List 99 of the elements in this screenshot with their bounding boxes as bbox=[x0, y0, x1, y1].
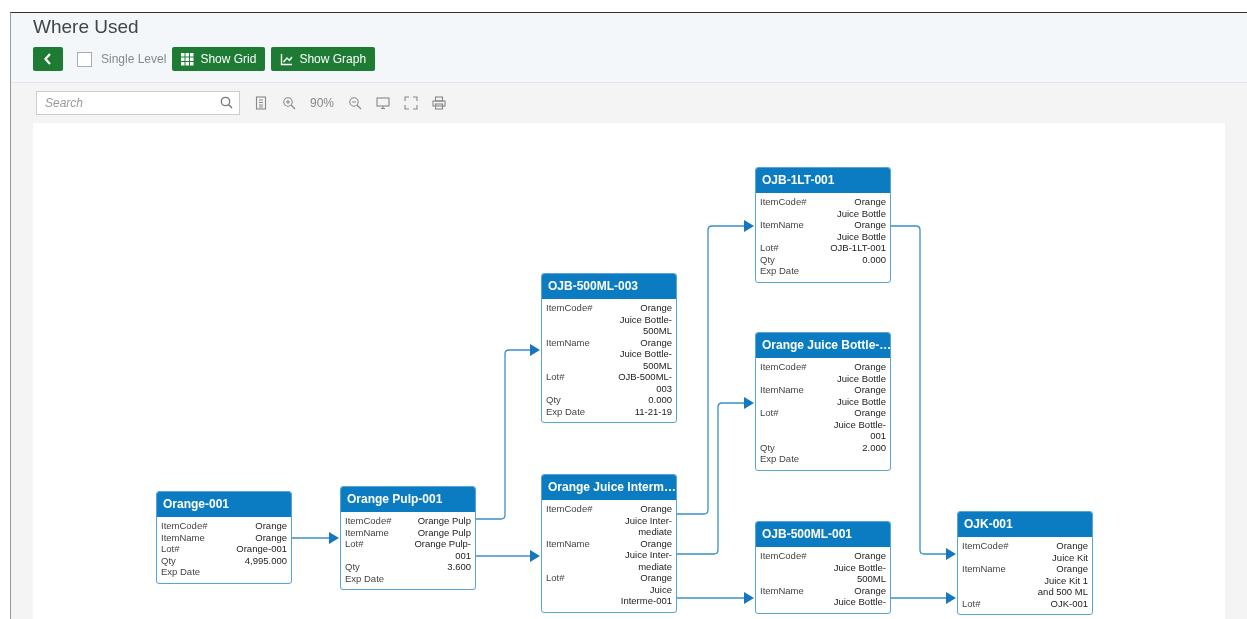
field-value: 4,995.000 bbox=[244, 554, 287, 566]
field-label: Qty bbox=[546, 394, 561, 406]
field-value: Orange-001 bbox=[236, 543, 287, 555]
back-button[interactable] bbox=[33, 47, 63, 71]
zoom-out-icon[interactable] bbox=[348, 96, 363, 110]
connector-arrow bbox=[291, 532, 339, 544]
field-label: Lot# bbox=[546, 371, 565, 384]
field-label: ItemName bbox=[760, 384, 804, 397]
field-value: 3.600 bbox=[447, 561, 471, 573]
field-value: Orange Juice Inter- mediate bbox=[625, 503, 672, 538]
field-value: 0.000 bbox=[862, 253, 886, 265]
field-label: ItemName bbox=[760, 584, 804, 598]
field-label: Exp Date bbox=[760, 453, 800, 465]
field-label: ItemName bbox=[546, 336, 590, 350]
field-value: OJB-500ML- 003 bbox=[618, 371, 672, 394]
node-title: Orange Juice Interm… bbox=[542, 475, 676, 500]
field-value: Orange Juice Bottle- 500ML bbox=[619, 302, 672, 337]
field-label: ItemName bbox=[546, 537, 590, 551]
field-label: Lot# bbox=[760, 407, 779, 420]
chevron-left-icon bbox=[44, 53, 52, 65]
field-label: ItemName bbox=[962, 563, 1006, 576]
search-icon bbox=[220, 96, 233, 109]
field-value: OJK-001 bbox=[1050, 597, 1088, 609]
node-card[interactable]: Orange Juice Interm… ItemCode# Orange Juice Inter- mediate ItemName Orange Juice Inter- mediate Lot# Orange Juice Interme-001 bbox=[541, 474, 677, 613]
field-label: ItemName bbox=[161, 531, 205, 543]
field-label: ItemName bbox=[345, 526, 389, 538]
field-value: Orange Pulp- 001 bbox=[414, 538, 471, 561]
field-value: Orange Juice Kit bbox=[1052, 540, 1088, 563]
field-value: Orange Juice Inter- mediate bbox=[625, 537, 672, 572]
node-title: OJK-001 bbox=[958, 512, 1092, 537]
node-title: OJB-500ML-001 bbox=[756, 522, 890, 547]
field-value: 0.000 bbox=[648, 394, 672, 406]
field-label: ItemCode# bbox=[760, 550, 807, 563]
field-label: ItemCode# bbox=[760, 361, 807, 374]
field-value: Orange Juice Bottle bbox=[836, 384, 886, 407]
field-value: Orange Juice Interme-001 bbox=[620, 572, 672, 607]
field-label: Exp Date bbox=[161, 566, 201, 578]
field-label: Lot# bbox=[760, 242, 779, 254]
node-card[interactable]: OJB-1LT-001 ItemCode# Orange Juice Bottle ItemName Orange Juice Bottle Lot# OJB-1LT-001 Qty 0.000 Exp Date bbox=[755, 167, 891, 283]
zoom-level: 90% bbox=[310, 96, 335, 110]
node-title: OJB-1LT-001 bbox=[756, 168, 890, 193]
field-value: Orange Juice Bottle bbox=[836, 361, 886, 384]
node-card[interactable]: Orange Juice Bottle-… ItemCode# Orange Juice Bottle ItemName Orange Juice Bottle Lot# Orange Juice Bottle- 001 Qty 2.000 Exp Date bbox=[755, 332, 891, 471]
connector-arrow bbox=[475, 550, 540, 562]
field-label: Lot# bbox=[546, 572, 565, 585]
checkbox[interactable] bbox=[77, 51, 92, 67]
print-icon[interactable] bbox=[432, 96, 447, 110]
fullscreen-icon[interactable] bbox=[404, 96, 419, 110]
field-value: 11-21-19 bbox=[634, 405, 672, 417]
field-value: OJB-1LT-001 bbox=[830, 242, 886, 254]
field-value: Orange bbox=[255, 531, 287, 543]
node-title: Orange-001 bbox=[157, 492, 291, 517]
node-card[interactable]: OJB-500ML-001 ItemCode# Orange Juice Bottle- 500ML ItemName Orange Juice Bottle- bbox=[755, 521, 891, 614]
field-value: Orange Juice Bottle- bbox=[833, 584, 886, 608]
field-label: ItemCode# bbox=[345, 515, 392, 527]
chart-icon bbox=[280, 52, 294, 66]
field-value: Orange Juice Bottle- 001 bbox=[833, 407, 886, 442]
grid-icon bbox=[181, 52, 195, 66]
field-value: Orange Pulp bbox=[417, 526, 471, 538]
field-label: Exp Date bbox=[546, 405, 586, 417]
field-label: ItemCode# bbox=[161, 520, 208, 532]
field-label: Lot# bbox=[345, 538, 364, 551]
zoom-in-icon[interactable] bbox=[282, 96, 296, 110]
node-card[interactable]: Orange Pulp-001 ItemCode# Orange Pulp ItemName Orange Pulp Lot# Orange Pulp- 001 Qty 3.600 Exp Date bbox=[340, 486, 476, 590]
field-value: Orange Juice Kit 1 and 500 ML bbox=[1037, 563, 1088, 598]
field-label: ItemCode# bbox=[760, 196, 807, 209]
node-card[interactable]: OJB-500ML-003 ItemCode# Orange Juice Bottle- 500ML ItemName Orange Juice Bottle- 500ML Lot# OJB-500ML- 003 Qty 0.000 Exp Date 11-21-19 bbox=[541, 273, 677, 423]
field-label: Exp Date bbox=[345, 572, 385, 584]
node-title: OJB-500ML-003 bbox=[542, 274, 676, 299]
field-label: Lot# bbox=[161, 543, 180, 555]
field-value: 2.000 bbox=[862, 441, 886, 453]
field-label: Qty bbox=[161, 554, 176, 566]
field-value: Orange Juice Bottle bbox=[836, 219, 886, 242]
toolbar-button[interactable]: Show Grid bbox=[172, 47, 266, 71]
node-card[interactable]: Orange-001 ItemCode# Orange ItemName Orange Lot# Orange-001 Qty 4,995.000 Exp Date bbox=[156, 491, 292, 584]
field-label: ItemName bbox=[760, 219, 804, 232]
node-title: Orange Juice Bottle-… bbox=[756, 333, 890, 358]
field-label: Exp Date bbox=[760, 265, 800, 277]
field-label: Qty bbox=[760, 253, 775, 265]
field-label: ItemCode# bbox=[962, 540, 1009, 553]
field-label: Lot# bbox=[962, 597, 981, 609]
field-value: Orange bbox=[255, 520, 287, 532]
field-value: Orange Juice Bottle bbox=[836, 196, 886, 219]
field-label: ItemCode# bbox=[546, 302, 593, 315]
field-value: Orange Juice Bottle- 500ML bbox=[833, 550, 886, 585]
field-value: Orange Juice Bottle- 500ML bbox=[619, 336, 672, 371]
field-label: ItemCode# bbox=[546, 503, 593, 516]
field-label: Qty bbox=[760, 441, 775, 453]
node-title: Orange Pulp-001 bbox=[341, 487, 475, 512]
toolbar-button[interactable]: Show Graph bbox=[271, 47, 376, 71]
field-value: Orange Pulp bbox=[417, 515, 471, 527]
search-field[interactable]: Search bbox=[36, 91, 240, 115]
monitor-icon[interactable] bbox=[376, 96, 391, 110]
field-label: Qty bbox=[345, 561, 360, 573]
node-card[interactable]: OJK-001 ItemCode# Orange Juice Kit ItemName Orange Juice Kit 1 and 500 ML Lot# OJK-001 bbox=[957, 511, 1093, 615]
page-title: Where Used bbox=[33, 16, 140, 39]
checkbox-label: Single Level bbox=[101, 52, 167, 66]
connector-arrow bbox=[890, 592, 956, 604]
list-icon[interactable] bbox=[254, 96, 268, 110]
